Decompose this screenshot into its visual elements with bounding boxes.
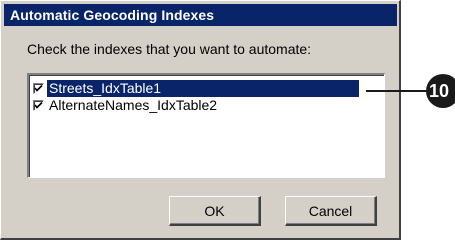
checkmark-icon [34,84,43,92]
title-bar[interactable]: Automatic Geocoding Indexes [4,4,397,26]
list-item-label: AlternateNames_IdxTable2 [49,97,218,113]
checkmark-icon [34,101,43,109]
automatic-geocoding-indexes-dialog: Automatic Geocoding Indexes Check the in… [0,0,401,240]
list-item[interactable]: AlternateNames_IdxTable2 [33,97,219,114]
index-checklist[interactable]: Streets_IdxTable1 AlternateNames_IdxTabl… [27,73,385,178]
callout-leader-line [366,90,428,92]
checkbox-streets-idxtable1[interactable] [33,83,44,94]
list-item-label: Streets_IdxTable1 [47,80,359,97]
checkbox-alternatenames-idxtable2[interactable] [33,100,44,111]
ok-button[interactable]: OK [169,196,261,226]
instruction-text: Check the indexes that you want to autom… [27,41,312,57]
dialog-title: Automatic Geocoding Indexes [10,7,215,23]
cancel-button[interactable]: Cancel [285,196,377,226]
list-item[interactable]: Streets_IdxTable1 [33,80,359,97]
callout-number-badge: 10 [426,74,455,108]
